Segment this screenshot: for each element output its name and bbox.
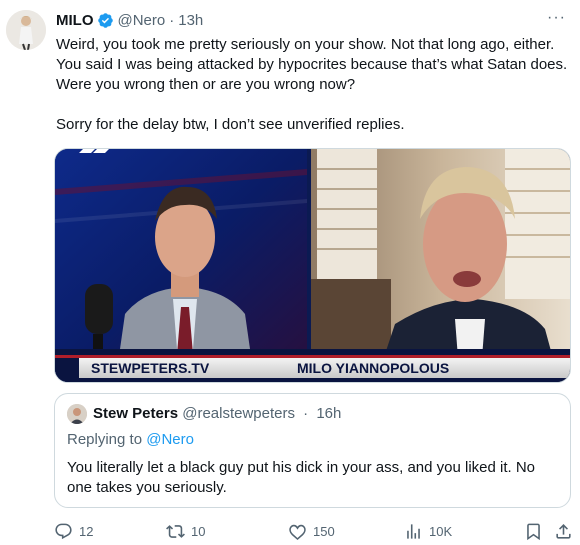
author-avatar[interactable]	[6, 10, 46, 50]
media-caption-left: STEWPETERS.TV	[91, 360, 210, 376]
replying-to-handle[interactable]: @Nero	[146, 431, 194, 448]
quoted-header-separator: ·	[303, 405, 309, 422]
more-options-icon[interactable]: ···	[547, 9, 566, 27]
views-count: 10K	[429, 523, 453, 539]
share-icon	[554, 522, 573, 541]
quoted-author-name[interactable]: Stew Peters	[93, 405, 178, 422]
bookmark-icon	[524, 522, 543, 541]
reply-button[interactable]: 12	[54, 521, 93, 541]
tweet-header: MILO @Nero · 13h ···	[56, 9, 566, 31]
reply-count: 12	[79, 523, 94, 539]
author-name[interactable]: MILO	[56, 12, 94, 29]
retweet-button[interactable]: 10	[166, 521, 205, 541]
like-count: 150	[313, 523, 335, 539]
like-button[interactable]: 150	[288, 521, 335, 541]
quoted-tweet-text: You literally let a black guy put his di…	[67, 459, 536, 496]
views-button[interactable]: 10K	[404, 521, 452, 541]
replying-to-line: Replying to @Nero	[67, 431, 194, 448]
retweet-count: 10	[191, 523, 206, 539]
quoted-tweet[interactable]: Stew Peters @realstewpeters · 16h Replyi…	[54, 393, 571, 508]
verified-badge-icon	[97, 12, 114, 29]
retweet-icon	[166, 522, 185, 541]
replying-to-label: Replying to	[67, 431, 143, 448]
reply-icon	[54, 522, 73, 541]
quoted-author-handle[interactable]: @realstewpeters	[182, 405, 295, 422]
quoted-author-avatar[interactable]	[67, 404, 87, 424]
tweet-timestamp[interactable]: 13h	[178, 12, 203, 29]
header-separator: ·	[169, 11, 175, 29]
quoted-timestamp[interactable]: 16h	[316, 405, 341, 422]
bookmark-button[interactable]	[524, 521, 543, 541]
heart-icon	[288, 522, 307, 541]
tweet-text: Weird, you took me pretty seriously on y…	[56, 36, 568, 133]
share-button[interactable]	[554, 521, 573, 541]
tweet-action-bar: 12 10 150 10K	[54, 521, 571, 543]
quoted-tweet-header: Stew Peters @realstewpeters · 16h	[93, 405, 341, 422]
tweet-media-image[interactable]: STEWPETERS.TV MILO YIANNOPOLOUS	[54, 148, 571, 383]
author-handle[interactable]: @Nero	[118, 12, 166, 29]
views-bar-chart-icon	[404, 522, 423, 541]
media-caption-right: MILO YIANNOPOLOUS	[297, 360, 449, 376]
